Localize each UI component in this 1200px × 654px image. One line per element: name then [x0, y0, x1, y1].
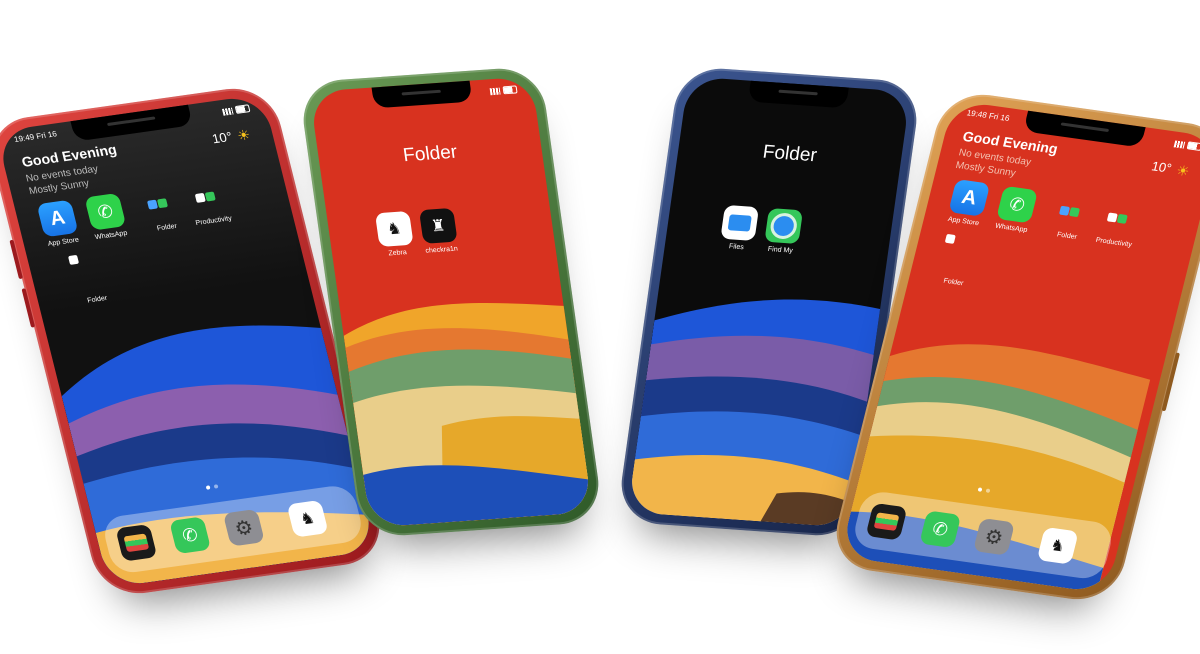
folder-icon[interactable]	[156, 198, 169, 209]
whatsapp-icon[interactable]: ✆	[996, 185, 1039, 224]
zebra-icon[interactable]: ♞	[1036, 526, 1079, 565]
widget-temp: 10°	[1149, 158, 1174, 176]
folder-label: Folder	[942, 277, 965, 288]
battery-icon	[234, 104, 251, 114]
screen: Folder ♞ Zebra ♜ checkra1n	[309, 76, 593, 528]
phone-icon[interactable]: ✆	[919, 510, 962, 549]
settings-icon[interactable]: ⚙	[972, 517, 1016, 556]
app-label: WhatsApp	[94, 229, 129, 242]
files-icon[interactable]	[720, 204, 760, 241]
app-label: checkra1n	[425, 245, 459, 255]
wallet-icon[interactable]	[115, 523, 158, 562]
signal-icon	[1173, 139, 1186, 149]
settings-icon[interactable]: ⚙	[222, 508, 265, 547]
signal-icon	[221, 107, 234, 116]
status-day: Fri 16	[35, 129, 58, 141]
folder-icon[interactable]	[1116, 213, 1128, 224]
folder-icon[interactable]	[1068, 207, 1081, 218]
widget-greeting: Good Evening	[19, 141, 119, 170]
folder-title: Folder	[761, 141, 819, 167]
folder-icon[interactable]	[944, 233, 956, 244]
notch	[747, 79, 849, 109]
whatsapp-icon[interactable]: ✆	[84, 192, 127, 231]
wallpaper	[343, 303, 593, 528]
folder-icon[interactable]	[204, 191, 216, 202]
app-label: WhatsApp	[994, 222, 1029, 235]
sun-icon: ☀	[1174, 162, 1192, 180]
app-label: Productivity	[194, 215, 233, 228]
status-time: 19:49	[13, 132, 36, 145]
app-label: Productivity	[1094, 236, 1133, 249]
phone-icon[interactable]: ✆	[169, 516, 212, 555]
volume-button	[21, 288, 36, 328]
folder-icon[interactable]	[67, 254, 80, 265]
status-time: 19:48	[965, 108, 988, 120]
app-label: Find My	[767, 245, 794, 255]
status-day: Fri 16	[987, 111, 1011, 124]
checkra1n-icon[interactable]: ♜	[418, 207, 458, 244]
battery-icon	[1186, 141, 1200, 152]
app-store-icon[interactable]: A	[36, 199, 79, 238]
widget-temp: 10°	[210, 128, 234, 147]
zebra-icon[interactable]: ♞	[374, 210, 414, 247]
sun-icon: ☀	[235, 126, 252, 144]
battery-icon	[502, 85, 518, 95]
zebra-icon[interactable]: ♞	[286, 499, 329, 538]
volume-button	[9, 239, 24, 280]
app-store-icon[interactable]: A	[948, 178, 991, 217]
folder-title: Folder	[401, 141, 459, 167]
find-my-icon[interactable]	[764, 208, 804, 245]
wallet-icon[interactable]	[865, 502, 908, 541]
signal-icon	[489, 87, 501, 95]
